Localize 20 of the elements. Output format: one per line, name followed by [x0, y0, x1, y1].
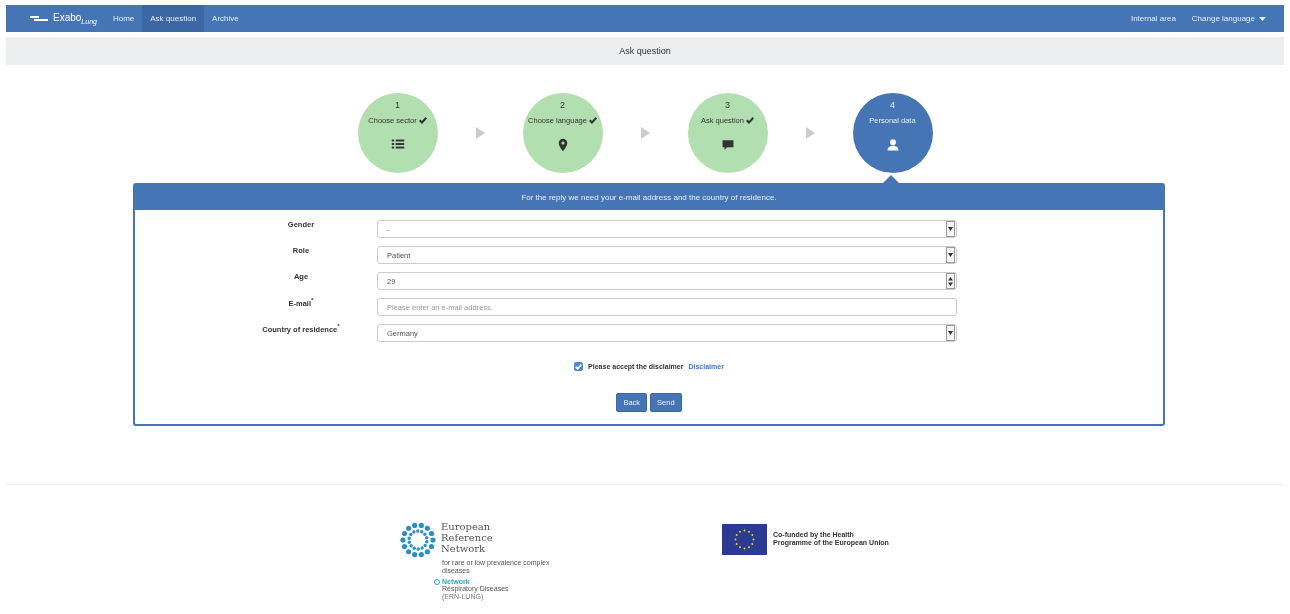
language-dropdown[interactable]: Change language	[1183, 5, 1284, 32]
chevron-icon	[640, 127, 650, 139]
caret-icon	[1259, 16, 1266, 21]
page-title: Ask question	[6, 37, 1284, 65]
chevron-icon	[475, 127, 485, 139]
nav-link[interactable]: Internal area	[1122, 5, 1184, 32]
logo-title: European Reference Network	[441, 521, 493, 556]
nav-link[interactable]: Ask question	[142, 5, 205, 32]
panel-header: For the reply we need your e-mail address and the country of residence.	[135, 185, 1163, 210]
dot-circle-logo	[400, 521, 436, 559]
chevron-icon	[805, 127, 815, 139]
nav-link[interactable]: Archive	[204, 5, 247, 32]
brand-logo[interactable]: Exabo$_{Lung}$	[6, 5, 105, 32]
user-icon	[885, 138, 900, 152]
list-icon	[390, 138, 405, 152]
star-flag-icon	[722, 523, 767, 555]
checkbox[interactable]	[574, 362, 584, 371]
spinner-icon	[946, 273, 955, 289]
comment-icon	[720, 138, 735, 152]
nav-link[interactable]: Home	[104, 5, 143, 32]
